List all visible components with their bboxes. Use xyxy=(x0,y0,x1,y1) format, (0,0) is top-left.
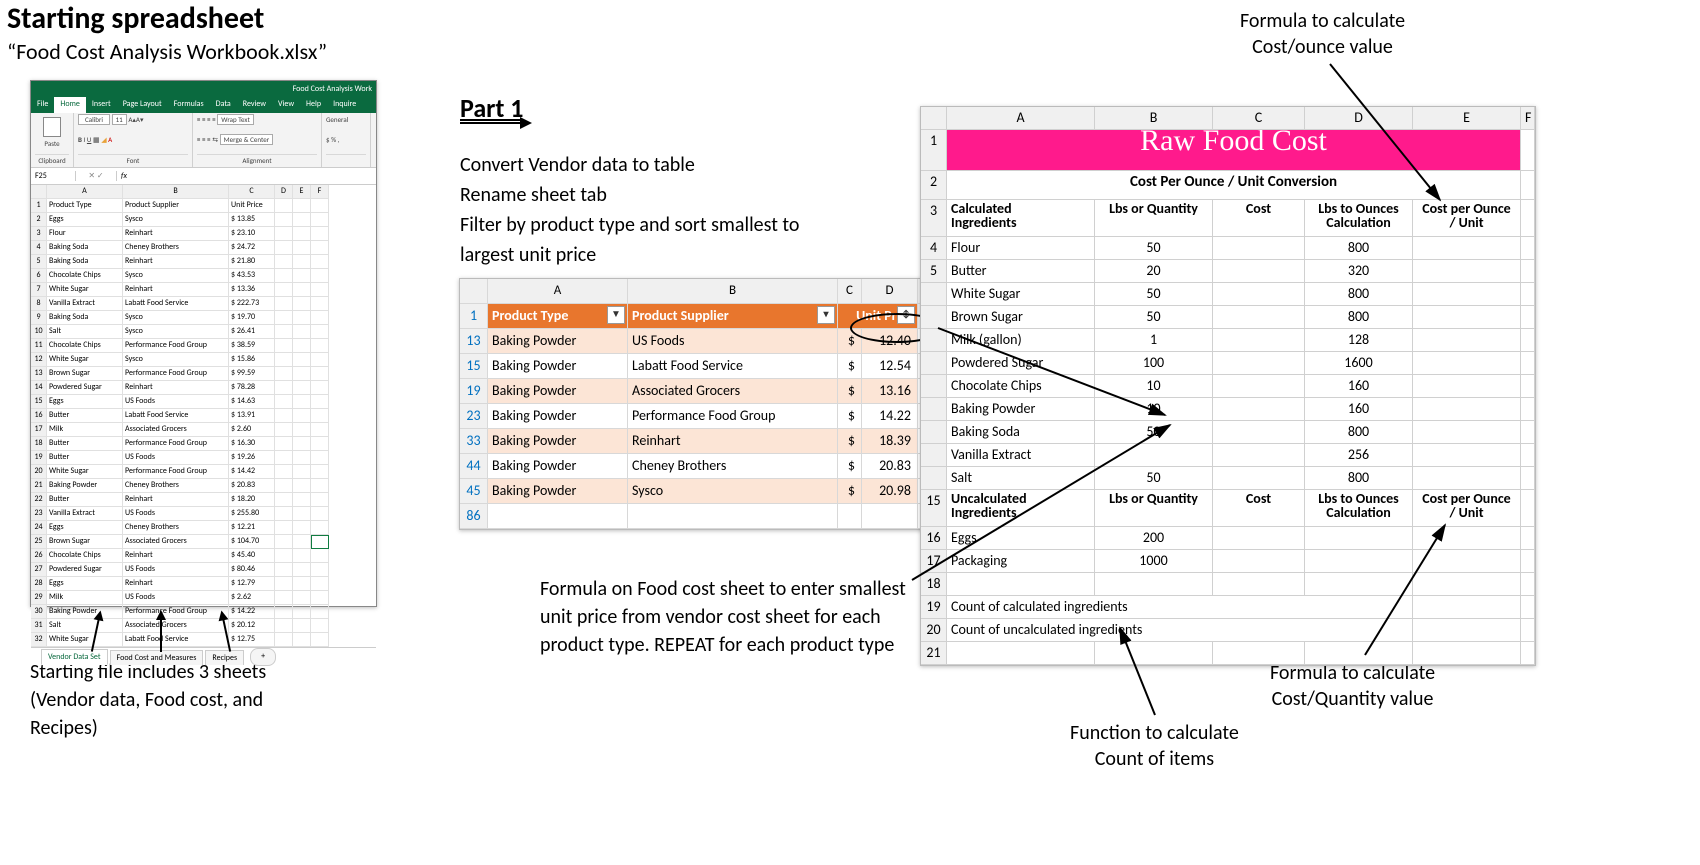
add-sheet-button[interactable]: + xyxy=(250,648,276,666)
filtered-table-grid[interactable]: ABCD1Product Type▼Product Supplier▾Unit … xyxy=(460,279,932,529)
caption-food-cost-formula: Formula on Food cost sheet to enter smal… xyxy=(540,575,940,659)
font-size-select[interactable]: 11 xyxy=(112,114,127,125)
arrow-up-icon xyxy=(160,612,162,652)
arrow-right-icon xyxy=(460,122,530,124)
sheet-tab[interactable]: Food Cost and Measures xyxy=(110,650,204,665)
ribbon-tab[interactable]: View xyxy=(272,97,300,113)
sheet-tab[interactable]: Vendor Data Set xyxy=(41,649,108,665)
ribbon-tab[interactable]: Formulas xyxy=(168,97,210,113)
underline-button[interactable]: U xyxy=(87,135,92,144)
filename-caption: “Food Cost Analysis Workbook.xlsx” xyxy=(7,38,327,65)
sheet-subtitle: Cost Per Ounce / Unit Conversion xyxy=(947,171,1521,200)
ribbon-tab[interactable]: Insert xyxy=(86,97,117,113)
worksheet-grid[interactable]: ABCDEF1Product TypeProduct SupplierUnit … xyxy=(31,185,376,647)
filtered-vendor-table: ABCD1Product Type▼Product Supplier▾Unit … xyxy=(459,278,933,530)
count-label: Count of uncalculated ingredients xyxy=(947,619,1413,642)
raw-food-cost-sheet: ABCDEF1Raw Food Cost2Cost Per Ounce / Un… xyxy=(920,106,1536,666)
ribbon-tab[interactable]: Data xyxy=(210,97,237,113)
ribbon-tab[interactable]: Home xyxy=(54,97,86,113)
window-titlebar: Food Cost Analysis Work xyxy=(31,81,376,97)
ribbon-tab[interactable]: Inquire xyxy=(327,97,362,113)
number-format-select[interactable]: General xyxy=(326,115,366,124)
page-title: Starting spreadsheet xyxy=(7,0,264,37)
part1-heading: Part 1 xyxy=(460,92,523,124)
align-icons-2[interactable]: ≡ ≡ ≡ ⇆ xyxy=(197,135,218,144)
ribbon-tab[interactable]: File xyxy=(31,97,54,113)
merge-center-button[interactable]: Merge & Center xyxy=(220,134,274,145)
ribbon: Paste Clipboard Calibri 11 A▴A▾ B I U ▦ … xyxy=(31,113,376,168)
font-color-button[interactable]: A xyxy=(108,135,112,144)
clipboard-group-label: Clipboard xyxy=(35,154,69,165)
caption-cost-quantity: Formula to calculate Cost/Quantity value xyxy=(1270,660,1435,712)
fill-color-button[interactable]: ◢ xyxy=(101,135,106,144)
wrap-text-button[interactable]: Wrap Text xyxy=(217,114,254,125)
decrease-font-icon[interactable]: A▾ xyxy=(136,115,144,124)
align-icons[interactable]: ≡ ≡ ≡ ≡ xyxy=(197,115,216,124)
raw-food-cost-grid[interactable]: ABCDEF1Raw Food Cost2Cost Per Ounce / Un… xyxy=(921,107,1535,665)
paste-icon[interactable] xyxy=(43,117,61,137)
border-button[interactable]: ▦ xyxy=(93,135,101,144)
instructions-text: Convert Vendor data to table Rename shee… xyxy=(460,150,840,270)
formula-bar-ops[interactable]: ✕ ✓ xyxy=(76,171,117,181)
increase-font-icon[interactable]: A▴ xyxy=(128,115,136,124)
ribbon-tab[interactable]: Help xyxy=(300,97,327,113)
ribbon-tabs[interactable]: FileHomeInsertPage LayoutFormulasDataRev… xyxy=(31,97,376,113)
caption-count-function: Function to calculate Count of items xyxy=(1070,720,1239,772)
paste-label: Paste xyxy=(35,139,69,148)
bold-button[interactable]: B xyxy=(78,135,82,144)
caption-three-sheets: Starting file includes 3 sheets (Vendor … xyxy=(30,658,330,742)
caption-cost-per-ounce: Formula to calculate Cost/ounce value xyxy=(1240,8,1405,60)
sheet-tab[interactable]: Recipes xyxy=(205,650,244,665)
ribbon-tab[interactable]: Page Layout xyxy=(117,97,168,113)
filter-dropdown-icon[interactable]: ▼ xyxy=(607,306,625,324)
window-title: Food Cost Analysis Work xyxy=(293,84,372,94)
name-box[interactable]: F25 xyxy=(31,171,76,181)
filter-dropdown-icon[interactable]: ▾ xyxy=(817,306,835,324)
formula-bar[interactable]: F25 ✕ ✓ fx xyxy=(31,168,376,185)
sheet-tab-bar[interactable]: Vendor Data SetFood Cost and MeasuresRec… xyxy=(31,647,376,666)
sheet-title: Raw Food Cost xyxy=(947,130,1521,171)
count-label: Count of calculated ingredients xyxy=(947,596,1413,619)
fx-label: fx xyxy=(117,171,127,181)
font-family-select[interactable]: Calibri xyxy=(78,114,110,125)
alignment-group-label: Alignment xyxy=(197,154,317,165)
font-group-label: Font xyxy=(78,154,188,165)
ribbon-tab[interactable]: Review xyxy=(237,97,272,113)
excel-window-thumbnail: Food Cost Analysis Work FileHomeInsertPa… xyxy=(30,80,377,607)
